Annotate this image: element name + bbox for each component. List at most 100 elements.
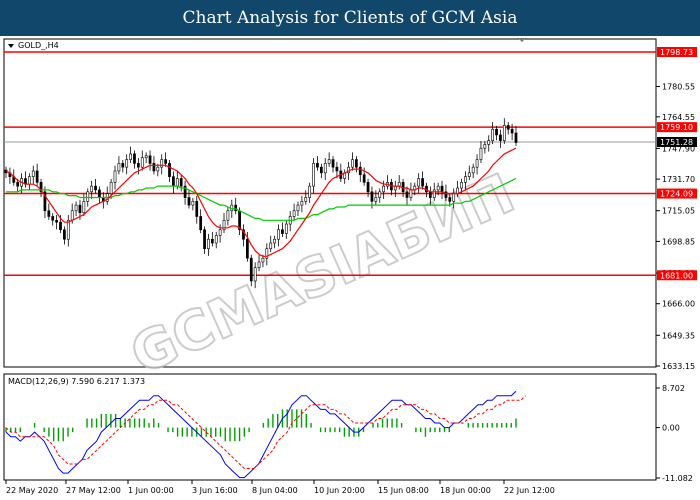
candle-body xyxy=(168,163,171,177)
candle-body xyxy=(136,163,140,168)
candle-body xyxy=(140,157,144,168)
candle-body xyxy=(351,159,354,168)
candle-body xyxy=(253,267,257,282)
candle-body xyxy=(436,185,440,191)
symbol-label: GOLD_,H4 xyxy=(18,41,59,50)
candle-body xyxy=(175,178,179,187)
candle-body xyxy=(51,216,55,221)
candle-body xyxy=(210,238,214,244)
candle-body xyxy=(370,191,374,202)
time-tick-label: 18 Jun 00:00 xyxy=(440,486,491,495)
candle-body xyxy=(152,163,156,172)
candle-body xyxy=(74,204,78,212)
candle-body xyxy=(378,191,382,198)
candle-body xyxy=(417,178,421,187)
candle-body xyxy=(491,128,495,141)
price-tick-label: 1649.35 xyxy=(662,331,695,340)
candle-body xyxy=(261,257,265,263)
candle-body xyxy=(31,170,35,177)
candle-body xyxy=(432,189,436,198)
candle-body xyxy=(464,176,467,183)
candle-body xyxy=(358,166,362,176)
candle-body xyxy=(78,204,82,213)
candle-body xyxy=(471,166,475,174)
candle-body xyxy=(246,238,249,259)
candle-body xyxy=(203,229,206,250)
price-tick-label: 1666.00 xyxy=(662,300,695,309)
price-tick-label: 1698.85 xyxy=(662,237,695,246)
price-tick-label: 1731.70 xyxy=(662,175,695,184)
price-tick-label: 1764.55 xyxy=(662,113,695,122)
candle-body xyxy=(506,125,510,130)
candle-body xyxy=(319,166,323,174)
candle-body xyxy=(284,223,288,234)
candle-body xyxy=(269,242,273,250)
candle-body xyxy=(214,235,218,244)
candle-body xyxy=(300,201,304,206)
price-tick-label: 1715.05 xyxy=(662,207,695,216)
price-panel[interactable] xyxy=(3,38,657,368)
candle-body xyxy=(277,229,280,240)
candle-body xyxy=(191,201,195,206)
candle-body xyxy=(160,159,164,168)
candle-body xyxy=(133,153,136,164)
time-tick-label: 8 Jun 04:00 xyxy=(252,486,298,495)
candle-body xyxy=(292,210,296,217)
candle-body xyxy=(63,229,66,240)
candle-body xyxy=(113,170,117,183)
candle-body xyxy=(479,147,483,160)
time-tick-label: 22 Jun 12:00 xyxy=(504,486,555,495)
candle-body xyxy=(47,210,51,217)
candle-body xyxy=(187,197,191,206)
candle-body xyxy=(355,159,358,168)
candle-body xyxy=(362,174,366,183)
macd-tick-label: -11.082 xyxy=(662,474,693,483)
candle-body xyxy=(156,166,160,172)
time-tick-label: 1 Jun 00:00 xyxy=(128,486,174,495)
candle-body xyxy=(144,155,148,158)
candle-body xyxy=(172,176,175,187)
level-price-label: 1798.73 xyxy=(660,48,693,57)
candle-body xyxy=(440,185,444,193)
candle-body xyxy=(421,178,424,187)
candle-body xyxy=(117,163,121,172)
candle-body xyxy=(304,197,308,202)
candle-body xyxy=(70,210,74,221)
candle-body xyxy=(257,261,261,268)
candle-body xyxy=(483,144,487,149)
macd-tick-label: 0.00 xyxy=(662,424,680,433)
candle-body xyxy=(475,159,479,168)
candle-body xyxy=(164,159,167,164)
candle-body xyxy=(199,216,203,231)
candle-body xyxy=(55,219,58,223)
time-tick-label: 10 Jun 20:00 xyxy=(314,486,365,495)
candle-body xyxy=(98,189,101,198)
candle-body xyxy=(502,125,506,141)
candle-body xyxy=(312,163,315,187)
current-price-label: 1751.28 xyxy=(660,138,693,147)
candle-body xyxy=(16,182,20,187)
candle-body xyxy=(281,229,284,234)
trading-chart[interactable]: GCMASIAБИП 1780.551764.551747.901731.701… xyxy=(0,36,700,500)
candle-body xyxy=(448,197,452,202)
time-tick-label: 15 Jun 08:00 xyxy=(378,486,429,495)
time-tick-label: 27 May 12:00 xyxy=(66,486,121,495)
candle-body xyxy=(499,134,502,141)
candle-body xyxy=(249,257,253,282)
candle-body xyxy=(374,197,378,202)
candle-body xyxy=(296,204,300,212)
candle-body xyxy=(207,238,210,250)
level-price-label: 1724.09 xyxy=(660,190,693,199)
candle-body xyxy=(109,182,113,195)
candle-body xyxy=(27,176,31,185)
candle-body xyxy=(409,189,413,198)
candle-body xyxy=(179,178,183,187)
candle-body xyxy=(121,163,125,168)
candle-body xyxy=(335,166,339,172)
candle-body xyxy=(66,219,70,240)
macd-label: MACD(12,26,9) 7.590 6.217 1.373 xyxy=(8,377,145,386)
macd-tick-label: 8.702 xyxy=(662,384,685,393)
candle-body xyxy=(273,238,276,244)
candle-body xyxy=(510,128,514,134)
candle-body xyxy=(82,201,86,213)
